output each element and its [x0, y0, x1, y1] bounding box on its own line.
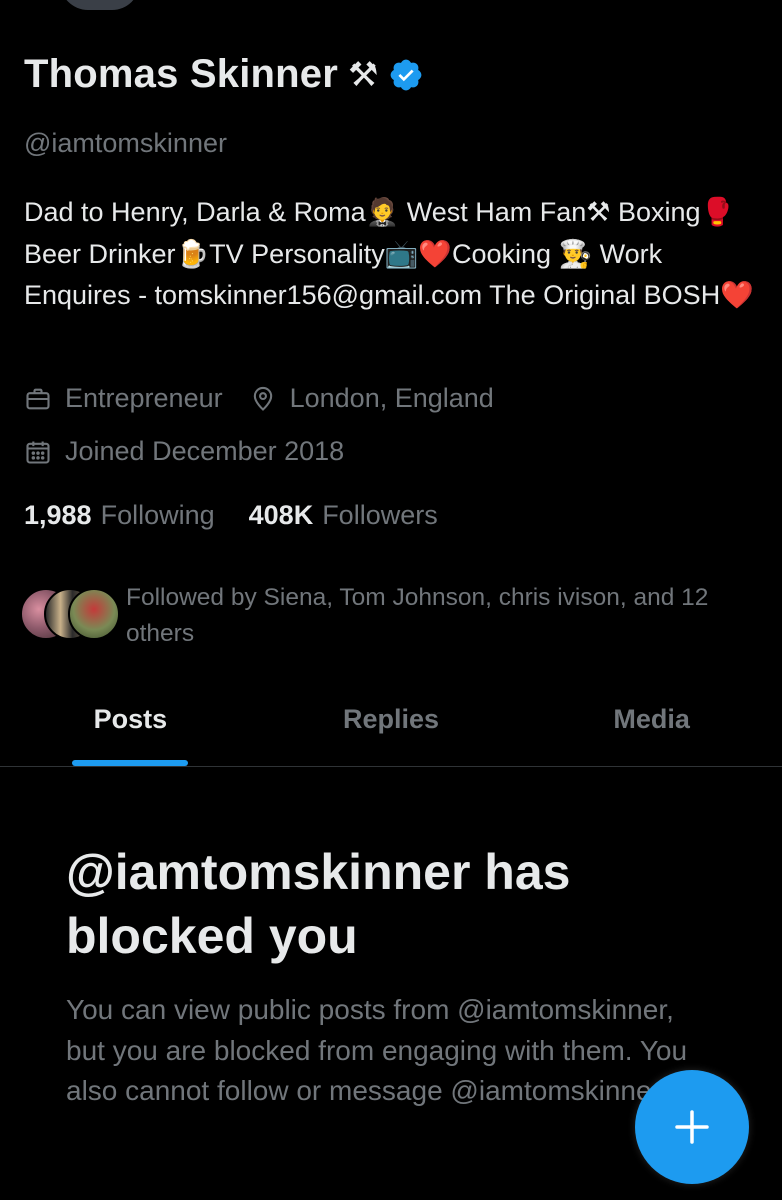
blocked-message: You can view public posts from @iamtomsk… — [66, 994, 688, 1106]
followers-label: Followers — [322, 500, 438, 530]
tab-posts[interactable]: Posts — [0, 684, 261, 766]
occupation-item: Entrepreneur — [24, 383, 223, 414]
active-tab-indicator — [72, 760, 188, 766]
joined-text: Joined December 2018 — [65, 436, 345, 466]
followers-count: 408K — [248, 500, 314, 530]
following-label: Following — [100, 500, 215, 530]
blocked-title: @iamtomskinner has blocked you — [66, 844, 571, 964]
profile-handle: @iamtomskinner — [24, 128, 227, 158]
location-item: London, England — [249, 383, 494, 414]
display-name: Thomas Skinner — [24, 52, 338, 96]
followers-link[interactable]: 408K Followers — [249, 500, 472, 531]
verified-badge-icon[interactable] — [388, 57, 424, 93]
location-pin-icon — [253, 386, 272, 411]
profile-meta-row: Entrepreneur London, England — [24, 383, 520, 414]
profile-avatar[interactable] — [58, 0, 142, 12]
tab-replies[interactable]: Replies — [261, 684, 522, 766]
tab-label: Media — [613, 704, 690, 734]
following-link[interactable]: 1,988 Following — [24, 500, 249, 531]
following-count: 1,988 — [24, 500, 92, 530]
tab-label: Replies — [342, 704, 439, 734]
profile-name-row: Thomas Skinner ⚒ — [24, 52, 424, 97]
hammers-emoji: ⚒ — [348, 54, 379, 95]
followed-by-text: Followed by Siena, Tom Johnson, chris iv… — [126, 584, 709, 647]
plus-icon — [675, 1110, 709, 1144]
followed-by-section[interactable]: Followed by Siena, Tom Johnson, chris iv… — [20, 580, 746, 652]
briefcase-icon — [26, 388, 50, 409]
followers-you-know-avatars — [20, 588, 120, 640]
occupation-text: Entrepreneur — [65, 383, 223, 413]
profile-bio: Dad to Henry, Darla & Roma🤵 West Ham Fan… — [24, 197, 754, 310]
avatar — [68, 588, 120, 640]
tab-media[interactable]: Media — [521, 684, 782, 766]
tab-label: Posts — [93, 704, 168, 734]
location-text: London, England — [289, 383, 494, 413]
calendar-icon — [26, 441, 50, 464]
joined-row: Joined December 2018 — [24, 436, 370, 467]
follow-stats: 1,988 Following 408K Followers — [24, 500, 472, 531]
compose-post-button[interactable] — [635, 1070, 749, 1184]
joined-item: Joined December 2018 — [24, 436, 344, 467]
profile-tabs: Posts Replies Media — [0, 684, 782, 767]
